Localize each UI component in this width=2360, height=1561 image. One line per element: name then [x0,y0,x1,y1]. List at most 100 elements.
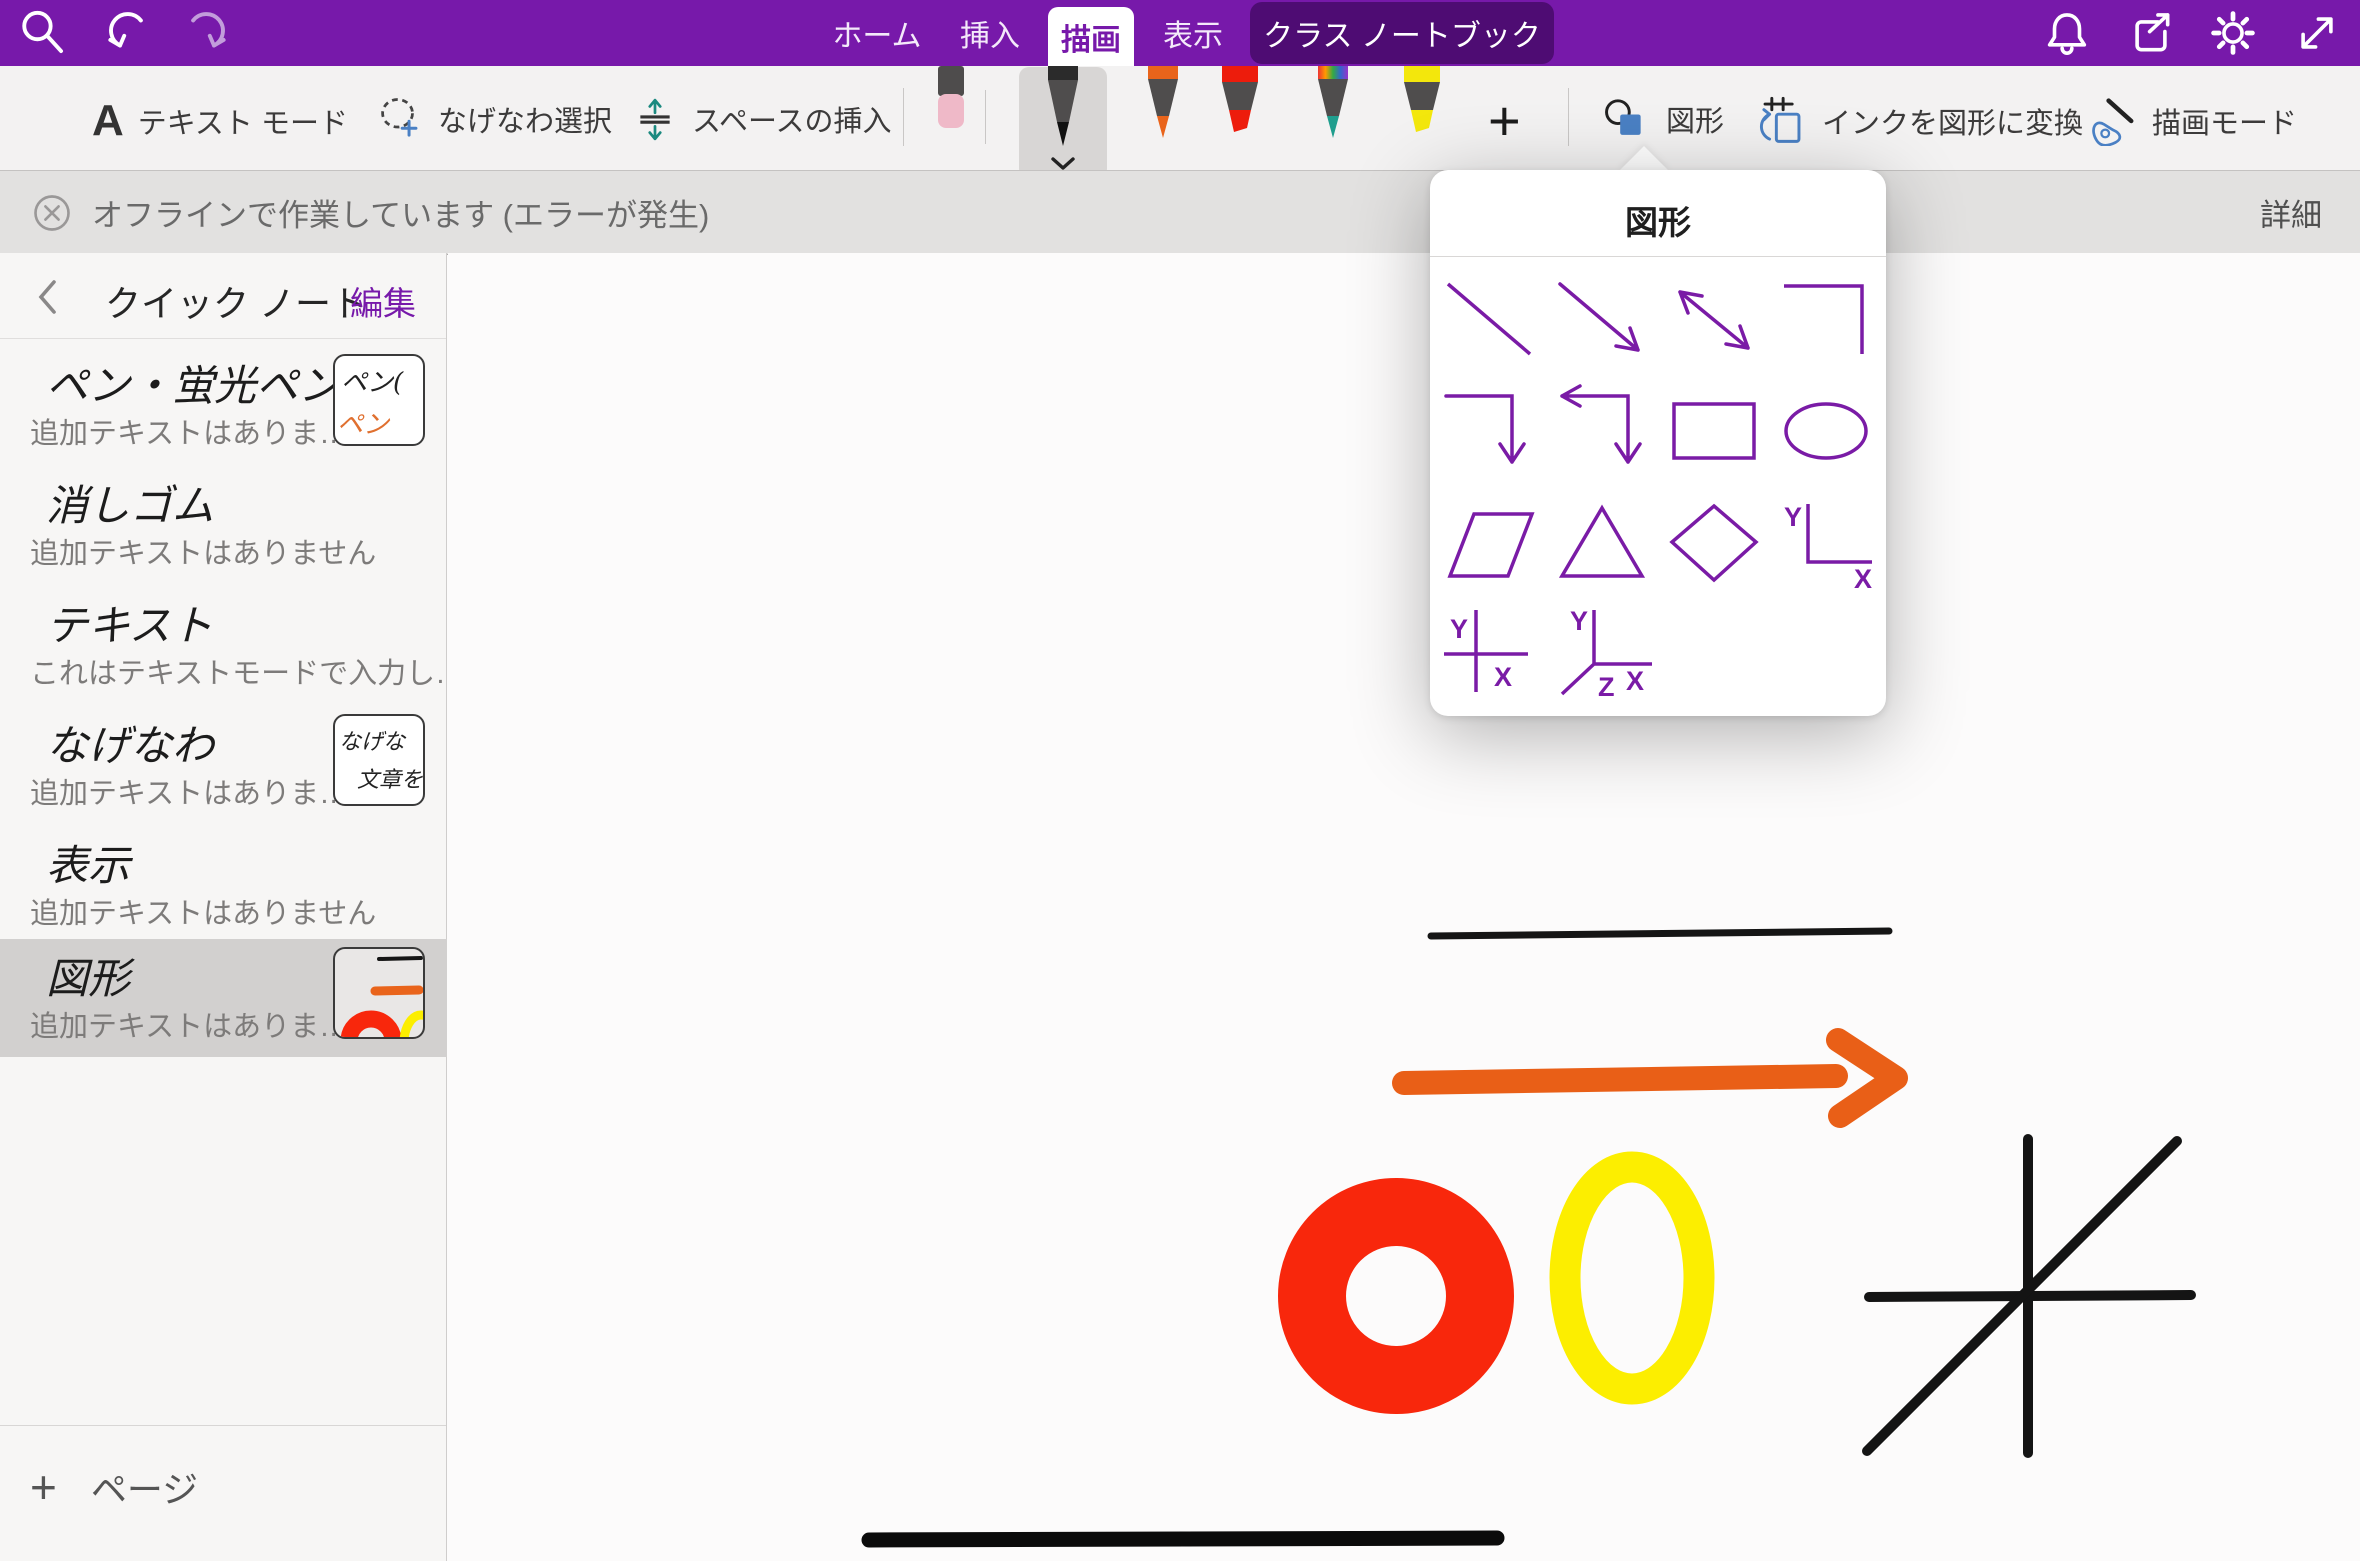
sidebar-header: クイック ノート 編集 [0,253,446,339]
redo-icon[interactable] [182,8,232,58]
shapes-popup-title: 図形 [1430,196,1886,244]
page-subtitle: 追加テキストはありま… [30,1003,348,1045]
plus-icon: + [1488,88,1521,153]
tab-insert[interactable]: 挿入 [950,0,1030,66]
svg-text:X: X [1854,564,1872,594]
svg-text:Y: Y [1784,502,1802,532]
top-app-bar: ホーム 挿入 描画 表示 クラス ノートブック [0,0,2360,66]
shape-axes-xy[interactable]: Y X [1770,490,1882,598]
tab-home[interactable]: ホーム [827,0,927,66]
shapes-icon [1602,96,1652,142]
red-highlighter-tool[interactable] [1214,66,1266,138]
shapes-label: 図形 [1666,98,1724,140]
draw-mode-label: 描画モード [2152,100,2297,142]
text-mode-a-icon: A [92,96,124,146]
ink-to-shape-icon [1756,96,1808,146]
ink-strokes [448,253,2360,1561]
yellow-highlighter-tool[interactable] [1396,66,1448,138]
ink-black-line-bottom [869,1538,1497,1540]
error-x-circle-icon[interactable] [30,191,74,235]
svg-text:X: X [1494,662,1512,692]
drawing-canvas[interactable] [448,253,2360,1561]
svg-text:Y: Y [1450,614,1468,644]
ink-to-shape-button[interactable]: インクを図形に変換 [1756,96,2083,146]
shape-elbow[interactable] [1770,266,1882,374]
page-item-view[interactable]: 表示 追加テキストはありません [0,826,447,941]
thumb-ink-text-orange: ペン [337,404,389,441]
page-item-pen[interactable]: ペン・蛍光ペン 追加テキストはありま… ペン( ペン [0,346,447,461]
popup-callout-arrow [1618,146,1670,172]
settings-gear-icon[interactable] [2208,8,2258,58]
plus-icon: + [30,1460,57,1514]
shapes-preview-icon [335,949,423,1037]
shape-diamond[interactable] [1658,490,1770,598]
add-page-button[interactable]: + ページ [30,1460,198,1514]
ink-yellow-ellipse [1565,1167,1699,1389]
shape-double-arrow[interactable] [1658,266,1770,374]
page-title-ink: なげなわ [46,712,214,773]
onenote-app: ホーム 挿入 描画 表示 クラス ノートブック A [0,0,2360,1561]
page-title-ink: 表示 [46,832,130,893]
shape-parallelogram[interactable] [1434,490,1546,598]
tab-view[interactable]: 表示 [1160,0,1226,66]
add-pen-button[interactable]: + [1488,88,1521,153]
text-mode-button[interactable]: A テキスト モード [92,96,348,146]
thumb-ink-text: 文章を [357,762,423,794]
shape-axes-xyz[interactable]: Y Z X [1546,598,1658,706]
back-chevron-icon[interactable] [34,277,60,317]
page-subtitle: 追加テキストはありま… [30,410,348,452]
shape-elbow-arrow-left-down[interactable] [1546,378,1658,486]
fullscreen-expand-icon[interactable] [2292,8,2342,58]
ink-orange-arrow-shaft [1404,1076,1836,1083]
insert-space-icon [632,96,678,142]
page-item-eraser[interactable]: 消しゴム 追加テキストはありません [0,466,447,581]
black-pen-tool-selected[interactable] [1019,67,1107,179]
shape-axes-cross[interactable]: Y X [1434,598,1546,706]
page-subtitle: 追加テキストはありません [30,530,376,572]
page-item-text[interactable]: テキスト これはテキストモードで入力し… [0,586,447,701]
undo-icon[interactable] [102,8,152,58]
svg-text:Z: Z [1598,672,1615,702]
page-subtitle: 追加テキストはありません [30,890,376,932]
edit-button[interactable]: 編集 [350,277,416,325]
page-subtitle: 追加テキストはありま… [30,770,348,812]
shape-elbow-arrow-down[interactable] [1434,378,1546,486]
lasso-icon [378,96,424,142]
ink-axes-cross [1867,1139,2191,1453]
notifications-bell-icon[interactable] [2042,8,2092,58]
shape-ellipse[interactable] [1770,378,1882,486]
rainbow-pen-tool[interactable] [1308,66,1358,142]
eraser-tool[interactable] [925,66,977,132]
draw-toolbar: A テキスト モード なげなわ選択 スペースの挿入 [0,66,2360,171]
page-title-ink: 消しゴム [46,472,214,533]
thumb-ink-text: なげな [339,724,405,756]
share-icon[interactable] [2126,8,2176,58]
shape-rectangle[interactable] [1658,378,1770,486]
page-thumbnail: なげな 文章を [333,714,425,806]
lasso-label: なげなわ選択 [438,98,612,140]
lasso-select-button[interactable]: なげなわ選択 [378,96,612,142]
page-thumbnail-shapes [333,947,425,1039]
insert-space-button[interactable]: スペースの挿入 [632,96,892,142]
search-icon[interactable] [18,8,68,58]
ink-black-line-top [1431,931,1889,936]
page-item-lasso[interactable]: なげなわ 追加テキストはありま… なげな 文章を [0,706,447,821]
shape-arrow[interactable] [1546,266,1658,374]
page-title-ink: テキスト [46,592,213,653]
notebook-section-title: クイック ノート [105,275,367,327]
draw-mode-button[interactable]: 描画モード [2086,96,2297,146]
shapes-button[interactable]: 図形 [1602,96,1724,142]
orange-pen-tool[interactable] [1138,66,1188,142]
tab-draw[interactable]: 描画 [1048,7,1134,66]
add-page-label: ページ [91,1461,198,1513]
shape-line[interactable] [1434,266,1546,374]
svg-text:Y: Y [1570,606,1588,636]
page-item-shapes-selected[interactable]: 図形 追加テキストはありま… [0,939,447,1057]
shape-triangle[interactable] [1546,490,1658,598]
offline-message: オフラインで作業しています (エラーが発生) [92,190,709,235]
thumb-ink-text: ペン( [341,362,403,399]
page-thumbnail: ペン( ペン [333,354,425,446]
details-link[interactable]: 詳細 [2260,190,2322,235]
black-pen-icon [1038,66,1088,154]
tab-class-notebook[interactable]: クラス ノートブック [1250,2,1554,64]
